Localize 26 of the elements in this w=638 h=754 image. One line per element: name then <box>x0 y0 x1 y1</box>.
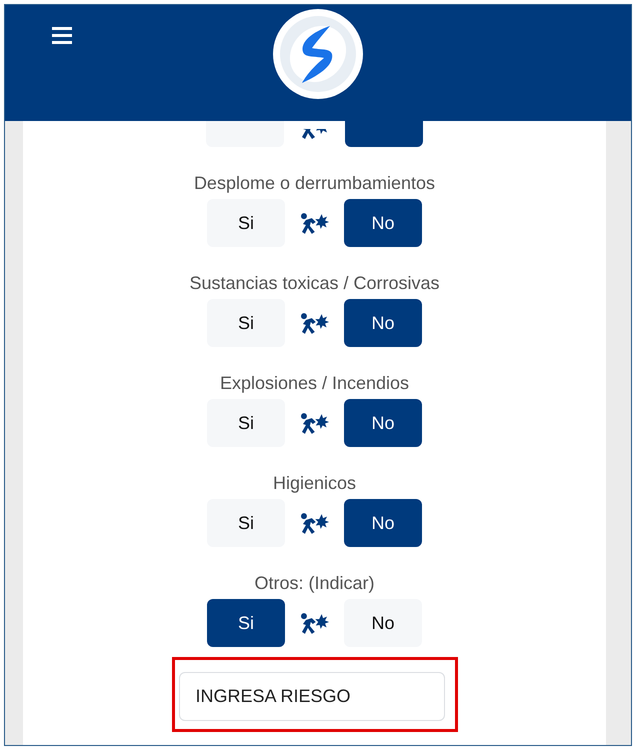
falling-person-icon <box>300 129 330 139</box>
option-button[interactable]: Si <box>207 499 285 547</box>
risk-label: Desplome o derrumbamientos <box>194 172 436 195</box>
risk-label: Explosiones / Incendios <box>220 372 410 395</box>
falling-person-icon <box>301 212 329 234</box>
option-button[interactable]: No <box>344 599 422 647</box>
menu-icon[interactable] <box>52 27 72 44</box>
falling-person-icon <box>301 512 329 534</box>
option-button[interactable]: Si <box>207 299 285 347</box>
falling-person-icon <box>301 412 329 434</box>
option-button[interactable]: Si <box>207 199 285 247</box>
option-button[interactable]: Si <box>207 599 285 647</box>
option-button[interactable]: Si <box>207 399 285 447</box>
falling-person-icon <box>301 612 329 634</box>
option-button[interactable] <box>345 121 423 147</box>
logo-icon <box>272 8 364 100</box>
option-button[interactable]: No <box>344 499 422 547</box>
risk-label: Sustancias toxicas / Corrosivas <box>189 272 440 295</box>
falling-person-icon <box>301 312 329 334</box>
risk-label: Otros: (Indicar) <box>254 572 375 595</box>
option-button[interactable]: No <box>344 399 422 447</box>
risk-label: Higienicos <box>272 472 356 495</box>
risk-input-field[interactable]: INGRESA RIESGO <box>178 672 444 721</box>
option-button[interactable]: No <box>344 299 422 347</box>
option-button[interactable]: No <box>344 199 422 247</box>
option-button[interactable] <box>206 121 284 147</box>
